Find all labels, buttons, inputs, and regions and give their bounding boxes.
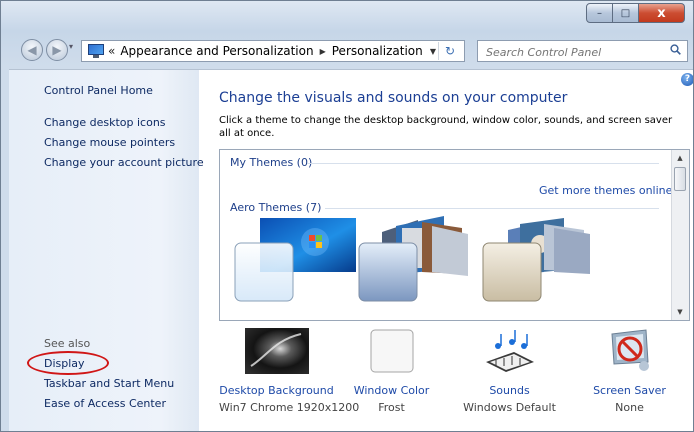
change-mouse-pointers-link[interactable]: Change mouse pointers	[44, 136, 175, 149]
search-icon[interactable]	[670, 44, 681, 55]
search-box	[477, 40, 688, 62]
my-themes-divider	[307, 163, 659, 164]
taskbar-start-menu-link[interactable]: Taskbar and Start Menu	[44, 377, 174, 390]
window-color-option[interactable]: Window Color Frost	[334, 328, 449, 414]
ease-of-access-center-link[interactable]: Ease of Access Center	[44, 397, 166, 410]
help-icon[interactable]: ?	[681, 73, 693, 86]
display-highlight-circle	[27, 351, 109, 375]
screen-saver-icon	[598, 328, 662, 374]
see-also-label: See also	[44, 337, 91, 350]
change-account-picture-link[interactable]: Change your account picture	[44, 156, 204, 169]
theme-architecture[interactable]	[356, 214, 486, 306]
get-more-themes-link[interactable]: Get more themes online	[539, 184, 672, 197]
desktop-background-value: Win7 Chrome 1920x1200	[219, 401, 360, 414]
breadcrumb-personalization[interactable]: Personalization	[332, 44, 423, 58]
navigation-bar: ◀ ▶ ▾ « Appearance and Personalization ▶…	[1, 35, 693, 65]
window-color-value: Frost	[378, 401, 405, 414]
scroll-thumb[interactable]	[674, 167, 686, 191]
maximize-button[interactable]: □	[613, 3, 639, 23]
task-pane: Control Panel Home Change desktop icons …	[9, 70, 204, 431]
address-bar[interactable]: « Appearance and Personalization ▶ Perso…	[81, 40, 465, 62]
page-title: Change the visuals and sounds on your co…	[219, 90, 568, 106]
content-area: Control Panel Home Change desktop icons …	[9, 69, 693, 431]
sounds-label[interactable]: Sounds	[452, 384, 567, 397]
desktop-background-icon	[244, 328, 309, 374]
theme-list: My Themes (0) Get more themes online Aer…	[219, 149, 690, 321]
window-color-icon	[360, 328, 424, 374]
aero-themes-divider	[325, 208, 659, 209]
sounds-option[interactable]: Sounds Windows Default	[452, 328, 567, 414]
control-panel-icon	[88, 44, 104, 58]
control-panel-home-link[interactable]: Control Panel Home	[44, 84, 153, 97]
desktop-background-option[interactable]: Desktop Background Win7 Chrome 1920x1200	[219, 328, 360, 414]
sounds-icon	[478, 328, 542, 374]
address-dropdown-icon[interactable]: ▼	[430, 47, 436, 56]
screen-saver-value: None	[615, 401, 644, 414]
change-desktop-icons-link[interactable]: Change desktop icons	[44, 116, 166, 129]
refresh-icon[interactable]: ↻	[438, 42, 461, 60]
breadcrumb-overflow-icon[interactable]: «	[108, 44, 115, 58]
aero-themes-header: Aero Themes (7)	[230, 201, 322, 214]
recent-pages-icon[interactable]: ▾	[69, 42, 73, 51]
personalization-window: – □ x ◀ ▶ ▾ « Appearance and Personaliza…	[0, 0, 694, 432]
back-button[interactable]: ◀	[21, 39, 43, 61]
breadcrumb-separator-icon[interactable]: ▶	[320, 47, 326, 56]
minimize-button[interactable]: –	[586, 3, 613, 23]
my-themes-header: My Themes (0)	[230, 156, 313, 169]
window-controls: – □ x	[586, 3, 685, 23]
breadcrumb-appearance[interactable]: Appearance and Personalization	[120, 44, 313, 58]
forward-button[interactable]: ▶	[46, 39, 68, 61]
theme-list-scrollbar[interactable]: ▲ ▼	[671, 150, 689, 320]
desktop-background-label[interactable]: Desktop Background	[219, 384, 334, 397]
window-color-label[interactable]: Window Color	[334, 384, 449, 397]
theme-windows-7[interactable]	[232, 214, 362, 306]
scroll-up-icon[interactable]: ▲	[672, 150, 688, 166]
sounds-value: Windows Default	[463, 401, 556, 414]
close-button[interactable]: x	[639, 3, 685, 23]
search-input[interactable]	[484, 43, 668, 61]
screen-saver-option[interactable]: Screen Saver None	[572, 328, 687, 414]
page-description: Click a theme to change the desktop back…	[219, 115, 673, 139]
theme-characters[interactable]	[480, 214, 610, 306]
theme-settings-bar: Desktop Background Win7 Chrome 1920x1200…	[219, 328, 689, 431]
screen-saver-label[interactable]: Screen Saver	[572, 384, 687, 397]
scroll-down-icon[interactable]: ▼	[672, 304, 688, 320]
